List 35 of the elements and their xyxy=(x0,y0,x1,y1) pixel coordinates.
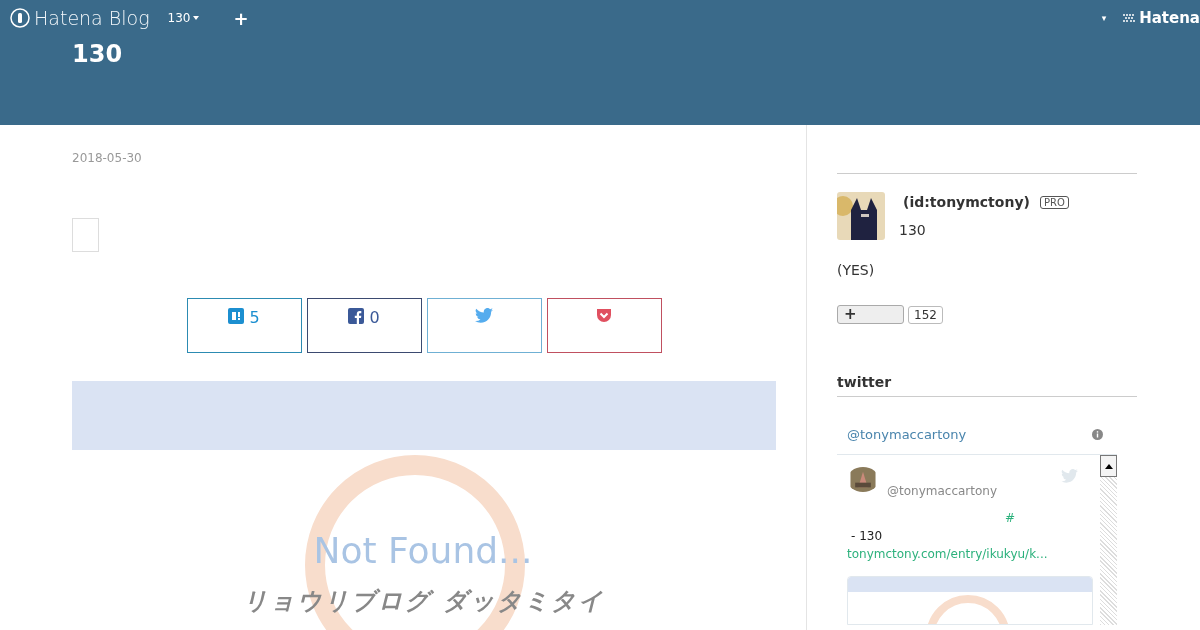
share-button[interactable]: 5 xyxy=(186,298,302,353)
not-found-subtitle: リョウリブログ ダッタミタイ xyxy=(243,586,605,617)
share-button[interactable] xyxy=(546,298,662,353)
blog-name: 130 xyxy=(899,222,927,238)
section-heading: twitter xyxy=(837,374,893,390)
hatena-blog-logo[interactable]: Hatena Blog xyxy=(10,7,150,29)
pocket-icon xyxy=(596,308,612,323)
bookmark-icon xyxy=(228,308,245,324)
tweet-text: - 130 xyxy=(851,529,884,544)
bird-icon xyxy=(1061,469,1078,483)
tweet-handle[interactable]: @tonymaccartony xyxy=(887,484,1094,499)
entry-date[interactable]: 2018-05-30 xyxy=(72,151,776,165)
twitter-account-link[interactable]: @tonymaccartony xyxy=(847,427,967,442)
logo-icon xyxy=(10,8,30,28)
follow-button[interactable]: + xyxy=(837,305,904,324)
caret-icon xyxy=(193,16,200,20)
logo-icon xyxy=(1122,13,1137,23)
pro-badge: PRO xyxy=(1039,195,1069,209)
not-found-title: Not Found... xyxy=(313,530,533,571)
profile-description: (YES) xyxy=(837,262,876,278)
blog-menu[interactable]: 130 xyxy=(167,11,200,25)
share-button[interactable]: 0 xyxy=(306,298,422,353)
bird-icon xyxy=(475,308,493,323)
follower-count: 152 xyxy=(908,305,943,324)
embed-frame xyxy=(72,218,99,252)
add-button[interactable]: + xyxy=(233,7,249,29)
share-button[interactable] xyxy=(426,298,542,353)
scrollbar[interactable] xyxy=(1100,455,1117,625)
account-menu[interactable]: ▾ xyxy=(1101,13,1107,23)
user-name[interactable]: (id:tonymctony) xyxy=(903,194,1030,210)
up-arrow-icon xyxy=(1104,463,1113,469)
info-icon[interactable] xyxy=(1092,429,1103,440)
facebook-icon xyxy=(348,308,365,324)
blog-title[interactable]: 130 xyxy=(72,40,1200,68)
hatena-logo[interactable]: Hatena xyxy=(1122,9,1200,27)
